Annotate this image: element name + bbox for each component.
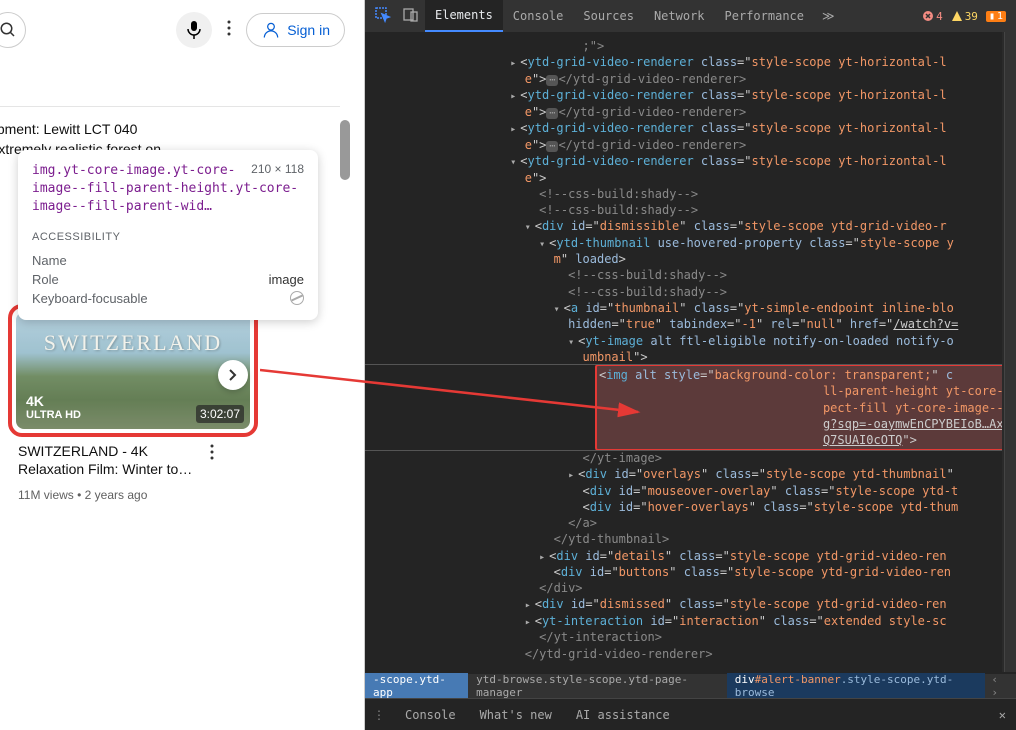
youtube-top-bar: Sign in (0, 0, 365, 60)
error-count-badge[interactable]: 4 (922, 10, 943, 23)
thumbnail-overlay-text: SWITZERLAND (16, 330, 250, 356)
not-focusable-icon (290, 291, 304, 305)
thumbnail-duration: 3:02:07 (196, 405, 244, 423)
video-meta: 11M views • 2 years ago (18, 488, 147, 502)
microphone-icon[interactable] (176, 12, 212, 48)
divider (0, 106, 340, 107)
drawer-menu-icon[interactable]: ⋮ (365, 708, 393, 722)
breadcrumb-item-active[interactable]: div#alert-banner.style-scope.ytd-browse (727, 673, 986, 699)
scrollbar-thumb[interactable] (340, 120, 350, 180)
breadcrumb-nav-icon[interactable]: ‹ › (985, 673, 1016, 699)
right-docked-panel[interactable] (1004, 32, 1016, 672)
tab-elements[interactable]: Elements (425, 0, 503, 32)
dom-breadcrumb[interactable]: -scope.ytd-app ytd-browse.style-scope.yt… (365, 674, 1016, 698)
accessibility-heading: ACCESSIBILITY (32, 231, 304, 243)
selected-dom-node[interactable]: <img alt style="background-color: transp… (595, 364, 1016, 451)
drawer-tab-console[interactable]: Console (393, 708, 468, 722)
youtube-page-panel: Sign in ding equipment: Lewitt LCT 040 a… (0, 0, 365, 730)
dom-tree[interactable]: ;"> <ytd-grid-video-renderer class="styl… (365, 32, 1016, 672)
warning-count-badge[interactable]: 39 (951, 10, 978, 23)
accessibility-role-row: Roleimage (32, 270, 304, 289)
tooltip-dimensions: 210 × 118 (251, 162, 304, 176)
drawer-tab-whatsnew[interactable]: What's new (468, 708, 564, 722)
more-tabs-icon[interactable]: ≫ (814, 9, 843, 23)
tab-sources[interactable]: Sources (573, 0, 644, 32)
drawer-tab-ai[interactable]: AI assistance (564, 708, 682, 722)
drawer: ⋮ Console What's new AI assistance ✕ (365, 698, 1016, 730)
tab-console[interactable]: Console (503, 0, 574, 32)
inspect-tooltip: 210 × 118 img.yt-core-image.yt-core-imag… (18, 150, 318, 320)
more-options-icon[interactable] (222, 15, 236, 46)
drawer-close-icon[interactable]: ✕ (989, 708, 1016, 722)
video-options-icon[interactable] (210, 444, 214, 465)
search-icon[interactable] (0, 12, 26, 48)
inspect-element-icon[interactable] (369, 7, 397, 26)
video-thumbnail[interactable]: SWITZERLAND 4KULTRA HD 3:02:07 (16, 312, 250, 429)
device-toolbar-icon[interactable] (397, 7, 425, 26)
breadcrumb-item[interactable]: ytd-browse.style-scope.ytd-page-manager (468, 673, 727, 699)
tab-performance[interactable]: Performance (715, 0, 814, 32)
status-badges: 4 39 ▮1 (922, 10, 1012, 23)
breadcrumb-item[interactable]: -scope.ytd-app (365, 673, 468, 699)
sign-in-button[interactable]: Sign in (246, 13, 345, 47)
video-title[interactable]: SWITZERLAND - 4K Relaxation Film: Winter… (18, 442, 208, 478)
tab-network[interactable]: Network (644, 0, 715, 32)
devtools-header: Elements Console Sources Network Perform… (365, 0, 1016, 32)
devtools-panel: Elements Console Sources Network Perform… (365, 0, 1016, 730)
sign-in-label: Sign in (287, 22, 330, 38)
accessibility-keyboard-row: Keyboard-focusable (32, 289, 304, 308)
next-button[interactable] (218, 360, 248, 390)
thumbnail-quality-badge: 4KULTRA HD (26, 393, 81, 421)
info-count-badge[interactable]: ▮1 (986, 11, 1006, 22)
accessibility-name-row: Name (32, 251, 304, 270)
